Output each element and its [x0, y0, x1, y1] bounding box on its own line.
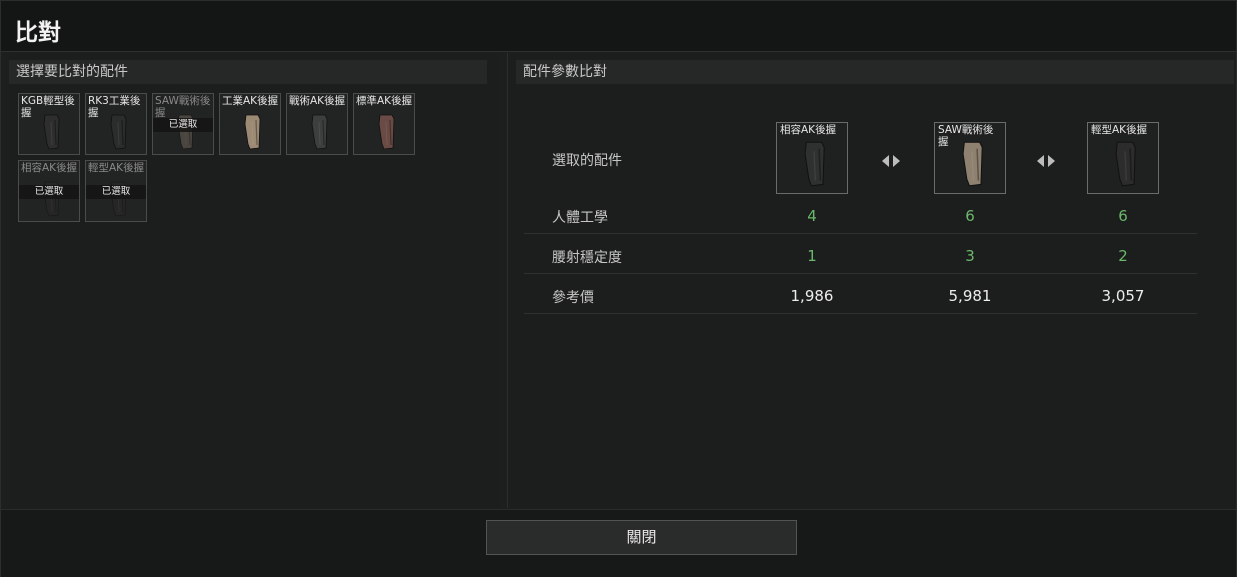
stat-label: 參考價 [552, 290, 594, 306]
compare-dialog: 比對 選擇要比對的配件 KGB輕型後握 RK3工業後握 SAW戰術後握 已選取 工業AK… [0, 0, 1237, 577]
selected-item-label: 相容AK後握 [780, 124, 837, 136]
stat-value: 4 [807, 207, 817, 225]
stat-row: 參考價 1,986 5,981 3,057 [524, 274, 1197, 314]
compare-panel-header: 配件參數比對 [516, 60, 1234, 84]
accessory-slot[interactable]: 標準AK後握 [353, 93, 415, 155]
pistol-grip-icon [242, 114, 262, 150]
stat-value: 1,986 [790, 287, 834, 305]
accessory-slot[interactable]: 工業AK後握 [219, 93, 281, 155]
stat-value: 1 [807, 247, 817, 265]
stat-value: 6 [1118, 207, 1128, 225]
pistol-grip-icon [41, 114, 61, 150]
selected-item-box[interactable]: 相容AK後握 [776, 122, 848, 194]
pistol-grip-icon [108, 114, 128, 150]
pistol-grip-icon [1112, 141, 1138, 187]
pistol-grip-icon [309, 114, 329, 150]
accessory-slot-label: 輕型AK後握 [88, 162, 145, 174]
stat-row: 腰射穩定度 1 3 2 [524, 234, 1197, 274]
accessory-select-panel: 選擇要比對的配件 KGB輕型後握 RK3工業後握 SAW戰術後握 已選取 工業AK後握戰… [9, 53, 499, 508]
left-right-arrows-icon [882, 152, 900, 167]
accessory-slot-label: 工業AK後握 [222, 95, 279, 107]
dialog-title: 比對 [15, 20, 61, 46]
selected-item-label: SAW戰術後握 [938, 124, 994, 148]
accessory-slot-label: SAW戰術後握 [155, 95, 211, 119]
stat-value: 3,057 [1101, 287, 1145, 305]
accessory-slot-label: 戰術AK後握 [289, 95, 346, 107]
selected-badge: 已選取 [153, 118, 213, 132]
panel-divider [507, 53, 508, 508]
stat-value: 5,981 [948, 287, 992, 305]
stat-label: 人體工學 [552, 210, 608, 226]
stat-value: 6 [965, 207, 975, 225]
dialog-footer: 關閉 [1, 509, 1236, 577]
title-bar: 比對 [1, 1, 1236, 52]
pistol-grip-icon [801, 141, 827, 187]
stat-label: 腰射穩定度 [552, 250, 622, 266]
select-panel-header: 選擇要比對的配件 [9, 60, 487, 84]
accessory-slot[interactable]: 相容AK後握 已選取 [18, 160, 80, 222]
accessory-slot-label: 標準AK後握 [356, 95, 413, 107]
compare-panel: 配件參數比對 選取的配件 相容AK後握 SAW戰術後握 輕型AK後握 人體工學 4 6 6… [511, 53, 1236, 508]
selected-badge: 已選取 [86, 185, 146, 199]
stat-value: 3 [965, 247, 975, 265]
stat-row: 人體工學 4 6 6 [524, 194, 1197, 234]
selected-accessories-label: 選取的配件 [552, 153, 622, 169]
accessory-slot-label: RK3工業後握 [88, 95, 141, 119]
accessory-slot[interactable]: 輕型AK後握 已選取 [85, 160, 147, 222]
accessory-slot-label: KGB輕型後握 [21, 95, 75, 119]
accessory-slot[interactable]: 戰術AK後握 [286, 93, 348, 155]
close-button[interactable]: 關閉 [486, 520, 797, 555]
accessory-slot[interactable]: SAW戰術後握 已選取 [152, 93, 214, 155]
accessory-slot[interactable]: RK3工業後握 [85, 93, 147, 155]
stat-value: 2 [1118, 247, 1128, 265]
selected-item-box[interactable]: 輕型AK後握 [1087, 122, 1159, 194]
selected-item-box[interactable]: SAW戰術後握 [934, 122, 1006, 194]
selected-item-label: 輕型AK後握 [1091, 124, 1148, 136]
left-right-arrows-icon [1037, 152, 1055, 167]
selected-badge: 已選取 [19, 185, 79, 199]
pistol-grip-icon [376, 114, 396, 150]
accessory-slot-label: 相容AK後握 [21, 162, 78, 174]
accessory-slot[interactable]: KGB輕型後握 [18, 93, 80, 155]
